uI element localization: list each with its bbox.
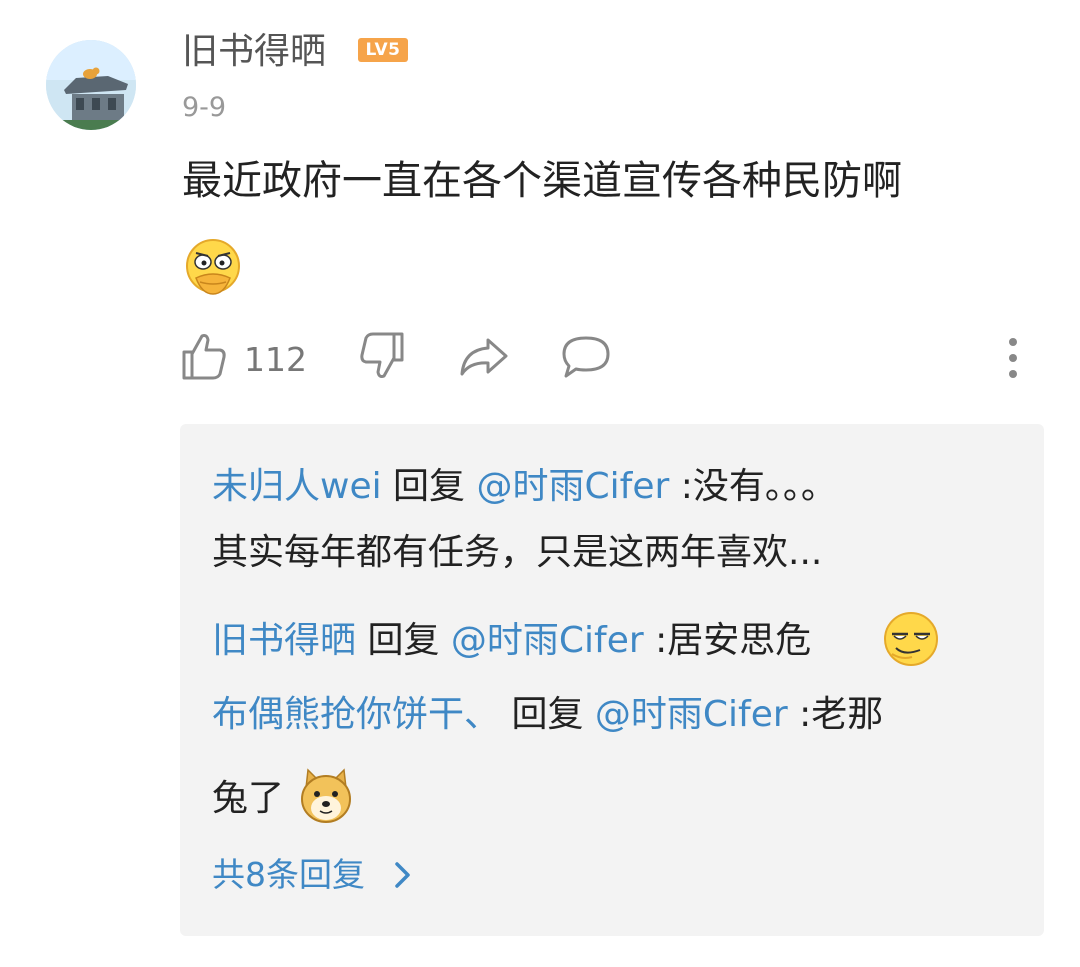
avatar-image [46,40,136,130]
thumbs-up-icon [182,334,226,380]
comment-action-bar: 112 [180,330,1040,390]
like-button[interactable] [180,330,228,386]
reply-text: :居安思危 [643,620,812,661]
reply-action: 回复 [381,466,477,507]
more-options-button[interactable] [1006,336,1020,384]
thumbs-down-icon [360,332,404,378]
dislike-button[interactable] [358,330,406,386]
share-arrow-icon [460,338,508,376]
reply-item[interactable]: 未归人wei 回复 @时雨Cifer :没有。。。 [212,464,837,510]
comment-text: 最近政府一直在各个渠道宣传各种民防啊 [182,158,902,204]
reply-text: :老那 [787,694,884,735]
avatar[interactable] [46,40,136,130]
reply-username[interactable]: 旧书得晒 [212,620,356,661]
reply-text: :没有。。。 [669,466,837,507]
reply-item[interactable]: 布偶熊抢你饼干、 回复 @时雨Cifer :老那 [212,692,883,738]
reply-action: 回复 [500,694,595,735]
reply-mention[interactable]: @时雨Cifer [451,620,644,661]
reply-action: 回复 [356,620,451,661]
vertical-dots-icon [1009,338,1017,378]
comment-username[interactable]: 旧书得晒 [182,30,326,74]
doge-emoji-icon [298,766,354,830]
share-button[interactable] [458,334,510,382]
level-badge: LV5 [358,38,408,62]
reply-mention[interactable]: @时雨Cifer [477,466,670,507]
chevron-right-icon [394,862,410,888]
reply-mention[interactable]: @时雨Cifer [595,694,788,735]
like-count: 112 [244,340,307,379]
more-replies-label: 共8条回复 [212,855,365,894]
comment-bubble-icon [562,336,610,378]
view-more-replies-link[interactable]: 共8条回复 [212,852,414,898]
smug-face-emoji-icon [882,610,940,672]
reply-username[interactable]: 未归人wei [212,466,382,507]
comment-date: 9-9 [182,92,227,123]
reply-username[interactable]: 布偶熊抢你饼干、 [212,694,500,735]
replies-panel: 未归人wei 回复 @时雨Cifer :没有。。。 其实每年都有任务，只是这两年… [180,424,1044,936]
reply-button[interactable] [560,334,612,384]
reply-item[interactable]: 旧书得晒 回复 @时雨Cifer :居安思危 [212,618,811,664]
reply-text-continued: 兔了 [212,778,285,819]
reply-text-continued: 其实每年都有任务，只是这两年喜欢... [212,532,823,573]
duck-emoji-icon [182,238,244,304]
